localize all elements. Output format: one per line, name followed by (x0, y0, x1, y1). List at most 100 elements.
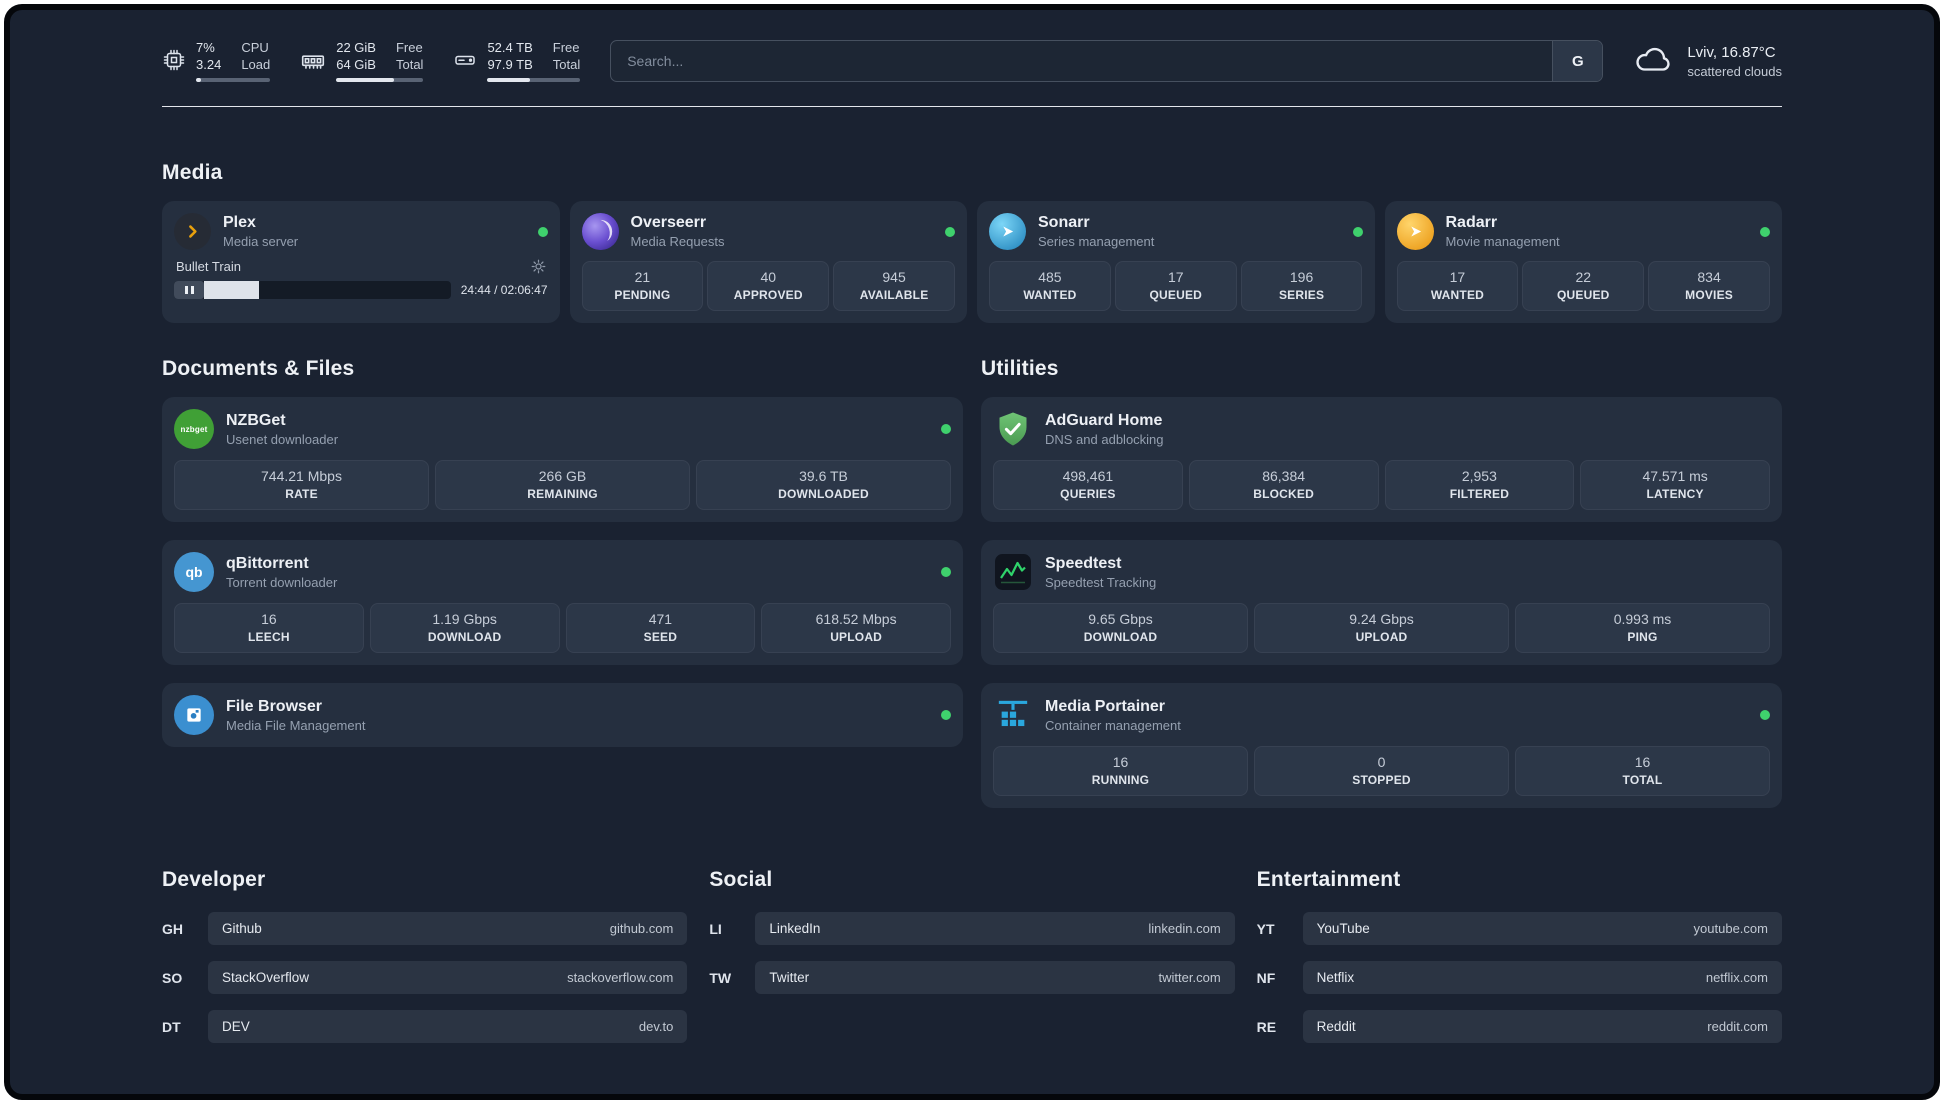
stat-queued: 17 QUEUED (1114, 261, 1237, 311)
stat-download: 9.65 Gbps DOWNLOAD (993, 603, 1248, 653)
bookmark-title-social: Social (709, 868, 773, 891)
stat-filtered: 2,953 FILTERED (1384, 460, 1575, 510)
app-card-qbittorrent[interactable]: qb qBittorrent Torrent downloader 16 LEEC… (162, 540, 963, 665)
app-name: Media Portainer (1045, 697, 1166, 715)
app-card-speedtest[interactable]: Speedtest Speedtest Tracking 9.65 Gbps DO… (981, 540, 1782, 665)
bookmark-tag: DT (162, 1018, 181, 1035)
now-playing-widget: Bullet Train 24:44 / 02:06:47 (174, 259, 548, 299)
app-name: qBittorrent (226, 554, 309, 572)
stat-queued: 22 QUEUED (1522, 261, 1645, 311)
plex-icon (174, 213, 211, 250)
app-subtitle: Series management (1038, 234, 1155, 249)
overseerr-icon (581, 213, 619, 250)
bookmark-youtube[interactable]: YT YouTube youtube.com (1257, 912, 1782, 945)
section-utilities: Utilities AdGuard Home DNS and adblockin… (981, 357, 1782, 808)
playback-progress-fill (204, 281, 260, 299)
bookmark-dev[interactable]: DT DEV dev.to (162, 1010, 688, 1043)
disk-total-value: 97.9 TB (487, 57, 533, 72)
bookmark-netflix[interactable]: NF Netflix netflix.com (1257, 961, 1782, 994)
filebrowser-icon (174, 695, 214, 735)
stat-latency: 47.571 ms LATENCY (1580, 460, 1770, 510)
status-dot-online (537, 226, 548, 237)
bookmark-reddit[interactable]: RE Reddit reddit.com (1257, 1010, 1782, 1043)
pause-button[interactable] (174, 281, 204, 299)
app-card-adguard[interactable]: AdGuard Home DNS and adblocking 498,461 Q… (981, 397, 1782, 522)
bookmark-twitter[interactable]: TW Twitter twitter.com (709, 961, 1235, 994)
memory-label-top: Free (395, 40, 423, 55)
app-card-filebrowser[interactable]: File Browser Media File Management (162, 683, 963, 747)
app-card-overseerr[interactable]: Overseerr Media Requests 21 PENDING 40 APP… (569, 201, 967, 323)
status-dot-online (1352, 226, 1363, 237)
app-card-radarr[interactable]: Radarr Movie management 17 WANTED 22 QUEUE… (1384, 201, 1782, 323)
cpu-label-top: CPU (241, 40, 269, 55)
app-subtitle: Media Requests (630, 234, 725, 249)
dashboard-screen: 7% CPU 3.24 Load 22 GiB Free 64 GiB Tota… (4, 4, 1940, 1100)
stat-movies: 834 MOVIES (1648, 261, 1770, 311)
settings-gear-icon[interactable] (531, 259, 546, 274)
cpu-label-bottom: Load (241, 57, 271, 72)
portainer-crane-icon (993, 695, 1033, 735)
cpu-progress-bar (196, 78, 271, 82)
bookmark-linkedin[interactable]: LI LinkedIn linkedin.com (709, 912, 1235, 945)
section-title-utilities: Utilities (981, 357, 1059, 380)
playback-time: 24:44 / 02:06:47 (460, 283, 548, 297)
stat-stopped: 0 STOPPED (1254, 746, 1509, 796)
header-divider (162, 106, 1782, 107)
app-subtitle: Speedtest Tracking (1045, 574, 1157, 590)
qbittorrent-icon: qb (174, 552, 214, 592)
app-name: AdGuard Home (1045, 411, 1163, 429)
app-subtitle: Torrent downloader (226, 574, 338, 590)
memory-total-value: 64 GiB (336, 57, 376, 72)
stat-running: 16 RUNNING (993, 746, 1248, 796)
app-card-plex[interactable]: Plex Media server Bullet Train 24:44 / 0… (162, 201, 560, 323)
memory-label-bottom: Total (395, 57, 424, 72)
status-dot-online (941, 710, 951, 720)
app-subtitle: Container management (1045, 717, 1181, 733)
cloud-icon (1633, 43, 1675, 80)
stat-download: 1.19 Gbps DOWNLOAD (369, 603, 560, 653)
bookmark-stackoverflow[interactable]: SO StackOverflow stackoverflow.com (162, 961, 688, 994)
disk-label-bottom: Total (552, 57, 581, 72)
bookmark-group-social: Social LI LinkedIn linkedin.com TW Twitt… (709, 868, 1235, 1010)
cpu-widget: 7% CPU 3.24 Load (162, 40, 271, 82)
search-engine-button[interactable]: G (1552, 41, 1603, 81)
bookmark-tag: LI (709, 920, 722, 937)
stat-wanted: 17 WANTED (1396, 261, 1519, 311)
bookmark-tag: GH (162, 920, 183, 937)
memory-progress-bar (336, 78, 424, 82)
hard-drive-icon (453, 48, 477, 72)
section-documents: Documents & Files nzbget NZBGet Usenet d… (162, 357, 963, 747)
app-card-portainer[interactable]: Media Portainer Container management 16 R… (981, 683, 1782, 808)
stat-wanted: 485 WANTED (989, 261, 1111, 311)
status-dot-online (941, 424, 951, 434)
playback-progress-bar[interactable] (174, 281, 451, 299)
top-bar: 7% CPU 3.24 Load 22 GiB Free 64 GiB Tota… (162, 40, 1782, 82)
app-card-sonarr[interactable]: Sonarr Series management 485 WANTED 17 QUE… (977, 201, 1375, 323)
app-subtitle: Movie management (1445, 234, 1560, 249)
disk-free-value: 52.4 TB (487, 40, 533, 55)
stat-downloaded: 39.6 TB DOWNLOADED (696, 460, 951, 510)
bookmark-group-developer: Developer GH Github github.com SO StackO… (162, 868, 688, 1059)
cpu-load-value: 3.24 (196, 57, 222, 72)
stat-approved: 40 APPROVED (707, 261, 830, 311)
weather-location: Lviv, 16.87°C (1687, 43, 1776, 61)
search-input[interactable] (611, 41, 1553, 81)
app-name: Sonarr (1038, 214, 1090, 231)
bookmark-github[interactable]: GH Github github.com (162, 912, 688, 945)
stat-queries: 498,461 QUERIES (993, 460, 1183, 510)
section-media: Media Plex Media server Bullet Train 24:… (162, 161, 1782, 323)
stat-rate: 744.21 Mbps RATE (174, 460, 429, 510)
app-subtitle: DNS and adblocking (1045, 431, 1164, 447)
bookmark-tag: YT (1256, 920, 1275, 937)
stat-upload: 618.52 Mbps UPLOAD (761, 603, 951, 653)
disk-progress-bar (487, 78, 581, 82)
bookmark-title-developer: Developer (162, 868, 266, 891)
status-dot-online (945, 226, 955, 237)
stat-total: 16 TOTAL (1515, 746, 1770, 796)
memory-widget: 22 GiB Free 64 GiB Total (300, 40, 424, 82)
stat-available: 945 AVAILABLE (833, 261, 955, 311)
app-card-nzbget[interactable]: nzbget NZBGet Usenet downloader 744.21 M… (162, 397, 963, 522)
disk-widget: 52.4 TB Free 97.9 TB Total (453, 40, 581, 82)
nzbget-icon: nzbget (174, 409, 214, 449)
weather-condition: scattered clouds (1687, 63, 1782, 79)
